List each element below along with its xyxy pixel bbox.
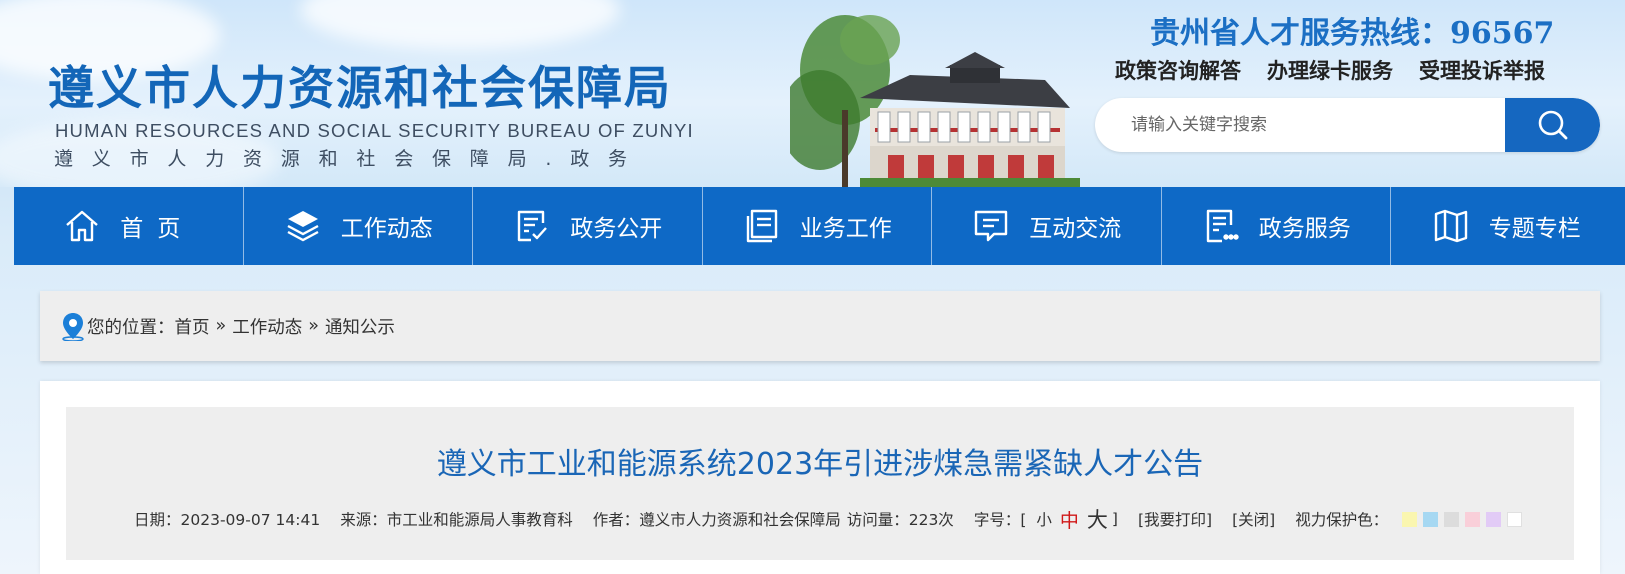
search-box xyxy=(1095,98,1600,152)
breadcrumb-prefix: 您的位置： xyxy=(87,317,175,338)
nav-label: 政务公开 xyxy=(570,216,663,242)
nav-label: 政务服务 xyxy=(1258,216,1351,242)
nav-item-gov-service[interactable]: 政务服务 xyxy=(1162,187,1391,265)
article-meta: 日期：2023-09-07 14:41 来源：市工业和能源局人事教育科 作者：遵… xyxy=(134,504,1523,534)
home-icon xyxy=(62,206,102,246)
nav-item-special-topics[interactable]: 专题专栏 xyxy=(1391,187,1621,265)
site-title: 遵义市人力资源和社会保障局 xyxy=(48,61,672,115)
breadcrumb: 您的位置： 首页 » 工作动态 » 通知公示 xyxy=(40,291,1600,361)
nav-label: 首页 xyxy=(120,216,195,242)
font-size-medium-button[interactable]: 中 xyxy=(1060,506,1079,533)
font-size-large-button[interactable]: 大 xyxy=(1087,504,1108,534)
service-link-policy[interactable]: 政策咨询解答 xyxy=(1115,55,1241,85)
nav-label: 互动交流 xyxy=(1029,216,1122,242)
font-size-close-bracket: ] xyxy=(1111,510,1118,528)
eye-protect-color-swatch[interactable] xyxy=(1465,511,1481,527)
zunyi-conference-building-image xyxy=(790,15,1080,187)
hotline-text: 贵州省人才服务热线：96567 xyxy=(1150,16,1555,51)
eye-protect-color-swatch[interactable] xyxy=(1486,511,1502,527)
main-nav: 首页 工作动态 政务公开 业务工作 互动交流 政务服务 专题专栏 xyxy=(14,187,1625,265)
nav-label: 业务工作 xyxy=(799,216,892,242)
site-header: 遵义市人力资源和社会保障局 HUMAN RESOURCES AND SOCIAL… xyxy=(0,0,1625,187)
print-button[interactable]: [我要打印] xyxy=(1138,508,1212,530)
site-title-english: HUMAN RESOURCES AND SOCIAL SECURITY BURE… xyxy=(55,120,694,141)
article-author: 作者：遵义市人力资源和社会保障局 xyxy=(592,511,841,529)
eye-protect-label: 视力保护色： xyxy=(1295,511,1389,529)
close-button[interactable]: [关闭] xyxy=(1232,508,1275,530)
article-source: 来源：市工业和能源局人事教育科 xyxy=(340,511,573,529)
chat-icon xyxy=(971,206,1011,246)
service-links: 政策咨询解答 办理绿卡服务 受理投诉举报 xyxy=(1115,55,1545,85)
search-button[interactable] xyxy=(1505,98,1600,152)
nav-item-business-work[interactable]: 业务工作 xyxy=(703,187,932,265)
nav-item-work-news[interactable]: 工作动态 xyxy=(244,187,473,265)
eye-protect-swatches xyxy=(1396,511,1523,527)
layers-icon xyxy=(283,206,323,246)
service-link-green-card[interactable]: 办理绿卡服务 xyxy=(1267,55,1393,85)
nav-label: 专题专栏 xyxy=(1488,216,1581,242)
eye-protect-color-swatch[interactable] xyxy=(1444,511,1460,527)
article-header: 遵义市工业和能源系统2023年引进涉煤急需紧缺人才公告 日期：2023-09-0… xyxy=(66,407,1574,560)
article-views: 访问量：223次 xyxy=(846,511,954,529)
nav-item-interaction[interactable]: 互动交流 xyxy=(932,187,1162,265)
document-check-icon xyxy=(512,206,552,246)
location-pin-icon xyxy=(62,313,84,341)
breadcrumb-separator: » xyxy=(308,316,319,336)
site-title-subtitle: 遵义市人力资源和社会保障局.政务 xyxy=(54,148,646,170)
book-icon xyxy=(742,206,782,246)
decor-cloud xyxy=(300,0,620,50)
search-input[interactable] xyxy=(1095,98,1505,152)
map-icon xyxy=(1431,206,1471,246)
nav-item-gov-affairs-open[interactable]: 政务公开 xyxy=(473,187,703,265)
eye-protect-color-swatch[interactable] xyxy=(1423,511,1439,527)
eye-protect-color-swatch[interactable] xyxy=(1402,511,1418,527)
search-icon xyxy=(1538,110,1567,140)
list-document-icon xyxy=(1201,206,1241,246)
breadcrumb-link-home[interactable]: 首页 xyxy=(175,314,210,339)
breadcrumb-link-work-news[interactable]: 工作动态 xyxy=(232,314,302,339)
article-date: 日期：2023-09-07 14:41 xyxy=(134,511,321,529)
font-size-small-button[interactable]: 小 xyxy=(1036,508,1052,530)
nav-label: 工作动态 xyxy=(340,216,433,242)
service-link-complaint[interactable]: 受理投诉举报 xyxy=(1419,55,1545,85)
article-title: 遵义市工业和能源系统2023年引进涉煤急需紧缺人才公告 xyxy=(436,447,1204,482)
breadcrumb-separator: » xyxy=(215,316,227,336)
eye-protect-color-swatch[interactable] xyxy=(1507,511,1523,527)
breadcrumb-link-notices[interactable]: 通知公示 xyxy=(325,314,395,339)
article-card: 遵义市工业和能源系统2023年引进涉煤急需紧缺人才公告 日期：2023-09-0… xyxy=(40,381,1600,574)
nav-item-home[interactable]: 首页 xyxy=(14,187,244,265)
font-size-label: 字号：[ xyxy=(973,511,1027,529)
